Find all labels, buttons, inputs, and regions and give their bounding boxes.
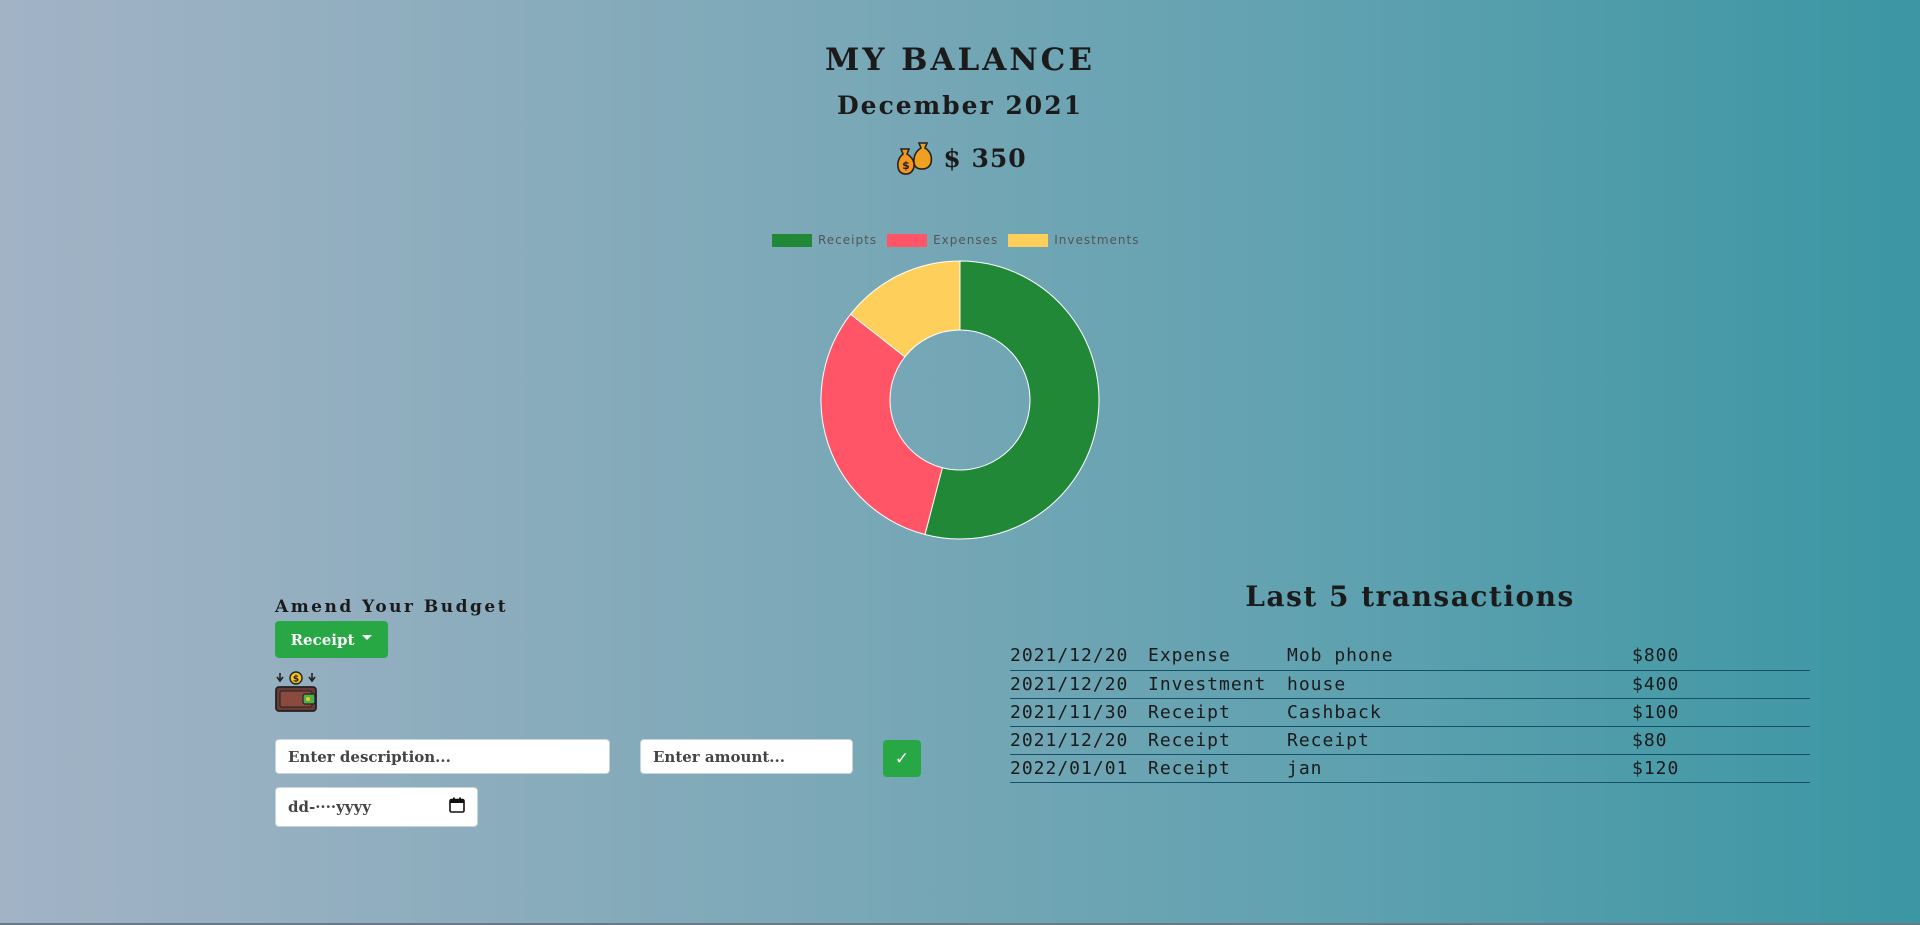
tx-description: Cashback xyxy=(1287,701,1382,723)
tx-type: Expense xyxy=(1148,645,1231,667)
legend-item-expenses[interactable]: Expenses xyxy=(887,233,998,247)
tx-type: Receipt xyxy=(1148,701,1231,723)
balance-amount: $ 350 xyxy=(943,143,1027,173)
svg-text:$: $ xyxy=(293,675,299,685)
legend-swatch-investments xyxy=(1008,233,1049,247)
table-row: 2021/11/30 Receipt Cashback $100 xyxy=(1010,698,1810,726)
legend-item-investments[interactable]: Investments xyxy=(1008,233,1139,247)
tx-type: Receipt xyxy=(1148,757,1231,779)
legend-label-investments: Investments xyxy=(1054,233,1140,247)
chart-legend: Receipts Expenses Investments xyxy=(772,233,1140,247)
table-row: 2021/12/20 Investment house $400 xyxy=(1010,670,1810,698)
transaction-type-dropdown[interactable]: Receipt xyxy=(275,621,388,658)
tx-description: house xyxy=(1287,673,1347,695)
date-input[interactable]: dd-····yyyy xyxy=(275,787,478,827)
table-row: 2022/01/01 Receipt jan $120 xyxy=(1010,754,1810,782)
balance-row: $ $ 350 xyxy=(0,135,1920,181)
tx-description: Mob phone xyxy=(1287,645,1394,667)
tx-amount: $100 xyxy=(1632,701,1680,723)
description-placeholder: Enter description... xyxy=(288,747,451,766)
legend-swatch-expenses xyxy=(887,233,928,247)
table-row: 2021/12/20 Receipt Receipt $80 xyxy=(1010,726,1810,754)
tx-description: Receipt xyxy=(1287,729,1370,751)
donut-chart xyxy=(820,260,1100,540)
tx-amount: $120 xyxy=(1632,757,1680,779)
tx-description: jan xyxy=(1287,757,1323,779)
svg-text:$: $ xyxy=(903,159,911,172)
description-input[interactable]: Enter description... xyxy=(275,739,610,774)
tx-date: 2021/12/20 xyxy=(1010,729,1129,751)
month-label: December 2021 xyxy=(836,91,1083,120)
amount-placeholder: Enter amount... xyxy=(653,747,785,766)
transactions-table: 2021/12/20 Expense Mob phone $800 2021/1… xyxy=(1010,642,1810,783)
transaction-type-label: Receipt xyxy=(290,630,355,649)
legend-swatch-receipts xyxy=(772,233,812,247)
date-placeholder: dd-····yyyy xyxy=(288,798,371,816)
tx-type: Receipt xyxy=(1148,729,1231,751)
tx-type: Investment xyxy=(1148,673,1267,695)
legend-label-receipts: Receipts xyxy=(818,233,878,247)
page-title: MY BALANCE xyxy=(825,42,1095,78)
transactions-title: Last 5 transactions xyxy=(1245,580,1575,613)
tx-amount: $800 xyxy=(1632,645,1680,667)
tx-amount: $80 xyxy=(1632,729,1668,751)
tx-date: 2021/12/20 xyxy=(1010,673,1129,695)
tx-date: 2021/11/30 xyxy=(1010,701,1129,723)
calendar-icon[interactable] xyxy=(449,797,465,817)
donut-slice-expenses[interactable] xyxy=(820,313,943,536)
table-row: 2021/12/20 Expense Mob phone $800 xyxy=(1010,642,1810,670)
amount-input[interactable]: Enter amount... xyxy=(640,739,853,774)
submit-button[interactable]: ✓ xyxy=(883,740,921,777)
wallet-icon: $ xyxy=(275,671,317,717)
amend-budget-title: Amend Your Budget xyxy=(275,597,509,617)
tx-amount: $400 xyxy=(1632,673,1680,695)
tx-date: 2022/01/01 xyxy=(1010,757,1129,779)
chevron-down-icon xyxy=(362,635,373,640)
tx-date: 2021/12/20 xyxy=(1010,645,1129,667)
legend-item-receipts[interactable]: Receipts xyxy=(772,233,877,247)
money-bags-icon: $ xyxy=(893,135,935,181)
legend-label-expenses: Expenses xyxy=(933,233,999,247)
